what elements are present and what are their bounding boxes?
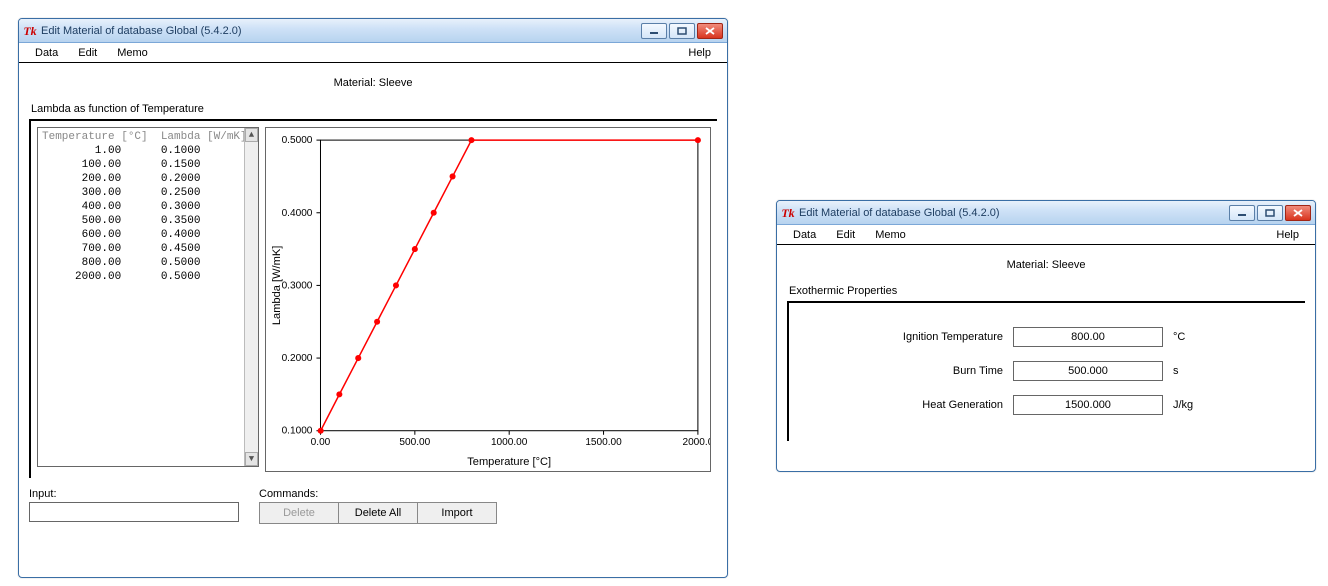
svg-text:500.00: 500.00 <box>399 437 430 448</box>
delete-button[interactable]: Delete <box>259 502 339 524</box>
titlebar[interactable]: Tk Edit Material of database Global (5.4… <box>777 201 1315 225</box>
import-button[interactable]: Import <box>417 502 497 524</box>
window-exothermic: Tk Edit Material of database Global (5.4… <box>776 200 1316 472</box>
svg-text:1500.00: 1500.00 <box>585 437 622 448</box>
material-header: Material: Sleeve <box>787 249 1305 283</box>
lambda-frame: Temperature [°C] Lambda [W/mK] 1.00 0.10… <box>29 119 717 478</box>
table-row[interactable]: 500.00 0.3500 <box>42 214 244 228</box>
table-row[interactable]: 700.00 0.4500 <box>42 242 244 256</box>
material-header: Material: Sleeve <box>29 67 717 101</box>
menu-edit[interactable]: Edit <box>826 227 865 243</box>
field-burn-time: Burn Time s <box>797 361 1297 381</box>
svg-text:0.2000: 0.2000 <box>282 353 313 364</box>
input-label: Input: <box>29 488 239 500</box>
table-row[interactable]: 800.00 0.5000 <box>42 256 244 270</box>
field-unit: J/kg <box>1163 399 1193 411</box>
menu-memo[interactable]: Memo <box>865 227 916 243</box>
menu-help[interactable]: Help <box>1266 227 1309 243</box>
lambda-table[interactable]: Temperature [°C] Lambda [W/mK] 1.00 0.10… <box>37 127 259 467</box>
menu-help[interactable]: Help <box>678 45 721 61</box>
field-heat-generation: Heat Generation J/kg <box>797 395 1297 415</box>
svg-text:0.4000: 0.4000 <box>282 208 313 219</box>
table-scrollbar[interactable]: ▲ ▼ <box>244 128 258 466</box>
scroll-down-icon[interactable]: ▼ <box>245 452 258 466</box>
field-label: Burn Time <box>797 365 1013 377</box>
svg-text:2000.0: 2000.0 <box>682 437 710 448</box>
field-ignition-temp: Ignition Temperature °C <box>797 327 1297 347</box>
table-row[interactable]: 600.00 0.4000 <box>42 228 244 242</box>
scroll-up-icon[interactable]: ▲ <box>245 128 258 142</box>
menu-data[interactable]: Data <box>25 45 68 61</box>
svg-text:1000.00: 1000.00 <box>491 437 528 448</box>
table-row[interactable]: 100.00 0.1500 <box>42 158 244 172</box>
table-row[interactable]: 1.00 0.1000 <box>42 144 244 158</box>
table-row[interactable]: 200.00 0.2000 <box>42 172 244 186</box>
field-label: Heat Generation <box>797 399 1013 411</box>
window-lambda: Tk Edit Material of database Global (5.4… <box>18 18 728 578</box>
table-row[interactable]: 400.00 0.3000 <box>42 200 244 214</box>
titlebar[interactable]: Tk Edit Material of database Global (5.4… <box>19 19 727 43</box>
menu-data[interactable]: Data <box>783 227 826 243</box>
menu-memo[interactable]: Memo <box>107 45 158 61</box>
close-button[interactable] <box>1285 205 1311 221</box>
menu-edit[interactable]: Edit <box>68 45 107 61</box>
lambda-chart: 0.1000 0.2000 0.3000 0.4000 0.5000 0.00 500.00… <box>265 127 711 472</box>
svg-text:0.5000: 0.5000 <box>282 135 313 146</box>
svg-text:0.1000: 0.1000 <box>282 426 313 437</box>
commands-label: Commands: <box>259 488 496 500</box>
app-icon: Tk <box>781 206 795 220</box>
delete-all-button[interactable]: Delete All <box>338 502 418 524</box>
svg-text:0.00: 0.00 <box>311 437 331 448</box>
menubar: Data Edit Memo Help <box>777 225 1315 245</box>
window-title: Edit Material of database Global (5.4.2.… <box>799 207 1000 219</box>
table-header: Temperature [°C] Lambda [W/mK] <box>42 130 244 144</box>
ignition-temp-input[interactable] <box>1013 327 1163 347</box>
page-title: Lambda as function of Temperature <box>29 101 717 119</box>
maximize-button[interactable] <box>669 23 695 39</box>
table-row[interactable]: 2000.00 0.5000 <box>42 270 244 284</box>
svg-text:Temperature [°C]: Temperature [°C] <box>467 456 551 468</box>
exothermic-frame: Ignition Temperature °C Burn Time s Heat… <box>787 301 1305 441</box>
table-row[interactable]: 300.00 0.2500 <box>42 186 244 200</box>
field-label: Ignition Temperature <box>797 331 1013 343</box>
minimize-button[interactable] <box>1229 205 1255 221</box>
window-title: Edit Material of database Global (5.4.2.… <box>41 25 242 37</box>
field-unit: s <box>1163 365 1179 377</box>
app-icon: Tk <box>23 24 37 38</box>
burn-time-input[interactable] <box>1013 361 1163 381</box>
field-unit: °C <box>1163 331 1185 343</box>
page-title: Exothermic Properties <box>787 283 1305 301</box>
heat-generation-input[interactable] <box>1013 395 1163 415</box>
input-field[interactable] <box>29 502 239 522</box>
maximize-button[interactable] <box>1257 205 1283 221</box>
close-button[interactable] <box>697 23 723 39</box>
svg-text:0.3000: 0.3000 <box>282 280 313 291</box>
svg-text:Lambda [W/mK]: Lambda [W/mK] <box>271 246 283 325</box>
minimize-button[interactable] <box>641 23 667 39</box>
menubar: Data Edit Memo Help <box>19 43 727 63</box>
